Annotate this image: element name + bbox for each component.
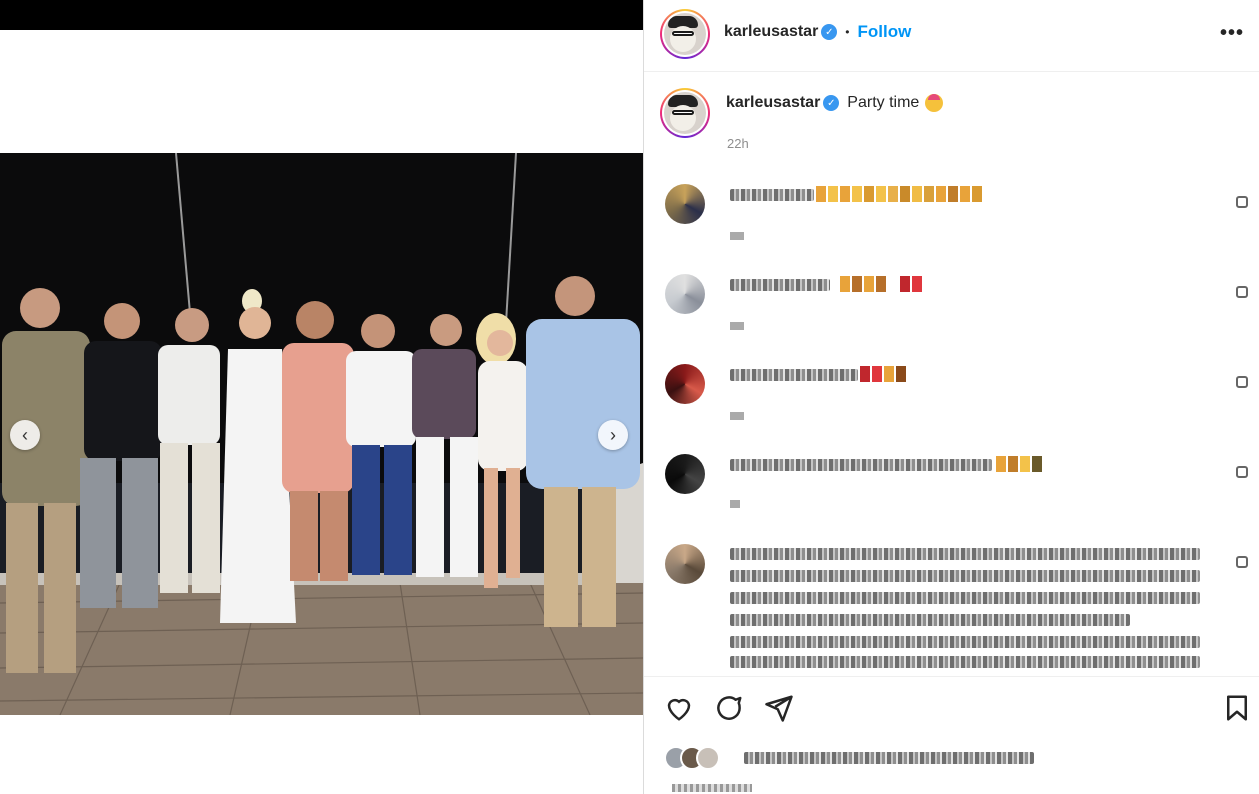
comment-like-icon[interactable] bbox=[1236, 286, 1248, 298]
post-timestamp[interactable]: 22h bbox=[727, 136, 749, 151]
commenter-avatar[interactable] bbox=[665, 454, 705, 494]
likers-avatars bbox=[664, 746, 728, 770]
commenter-avatar[interactable] bbox=[665, 274, 705, 314]
commenter-username-blurred bbox=[730, 189, 814, 201]
comment-text-blurred bbox=[730, 570, 1200, 582]
post-header: karleusastar ✓ • Follow ••• bbox=[644, 0, 1259, 72]
separator-dot: • bbox=[845, 25, 850, 39]
share-icon[interactable] bbox=[764, 693, 794, 723]
post-date-blurred bbox=[672, 784, 752, 792]
follow-button[interactable]: Follow bbox=[858, 22, 912, 42]
post-actions-bar bbox=[644, 676, 1259, 736]
media-top-bar bbox=[0, 0, 643, 30]
commenter-avatar[interactable] bbox=[665, 364, 705, 404]
commenter-avatar[interactable] bbox=[665, 184, 705, 224]
carousel-prev-button[interactable]: ‹ bbox=[10, 420, 40, 450]
more-options-icon[interactable]: ••• bbox=[1220, 22, 1244, 45]
chevron-left-icon: ‹ bbox=[22, 425, 28, 445]
comment-emojis-blurred bbox=[996, 456, 1042, 472]
carousel-next-button[interactable]: › bbox=[598, 420, 628, 450]
commenter-username-blurred bbox=[730, 369, 858, 381]
comment-emojis-blurred bbox=[840, 276, 922, 292]
post-media: ‹ › bbox=[0, 0, 643, 794]
comment-like-icon[interactable] bbox=[1236, 466, 1248, 478]
comment-text-blurred bbox=[730, 592, 1200, 604]
post-side-panel: karleusastar ✓ • Follow ••• karleusastar… bbox=[643, 0, 1259, 794]
comments-list bbox=[644, 172, 1259, 672]
comment-time-blurred bbox=[730, 500, 740, 508]
likes-text-blurred bbox=[744, 752, 1034, 764]
caption-author-avatar[interactable] bbox=[660, 88, 710, 138]
comment-emojis-blurred bbox=[816, 186, 982, 202]
comment-text-blurred bbox=[730, 636, 1200, 648]
verified-badge-icon: ✓ bbox=[823, 95, 840, 111]
author-avatar[interactable] bbox=[660, 9, 710, 59]
comment-like-icon[interactable] bbox=[1236, 556, 1248, 568]
comment-time-blurred bbox=[730, 412, 744, 420]
post-photo[interactable]: ‹ › bbox=[0, 153, 643, 715]
comment-text-blurred bbox=[730, 656, 1200, 668]
likes-summary[interactable] bbox=[644, 740, 1259, 780]
caption-text: Party time bbox=[847, 94, 920, 111]
verified-badge-icon: ✓ bbox=[821, 24, 838, 40]
comment-icon[interactable] bbox=[714, 693, 744, 723]
comment-text-blurred bbox=[730, 614, 1130, 626]
comment-emojis-blurred bbox=[860, 366, 906, 382]
heart-icon[interactable] bbox=[664, 693, 694, 723]
commenter-comment-blurred bbox=[730, 459, 992, 471]
comment-time-blurred bbox=[730, 232, 744, 240]
comment-like-icon[interactable] bbox=[1236, 376, 1248, 388]
chevron-right-icon: › bbox=[610, 425, 616, 445]
commenter-username-blurred bbox=[730, 279, 830, 291]
comment-like-icon[interactable] bbox=[1236, 196, 1248, 208]
party-face-emoji-icon bbox=[925, 94, 944, 112]
post-caption: karleusastar ✓ Party time 22h bbox=[644, 86, 1259, 166]
comment-text-blurred bbox=[730, 548, 1200, 560]
commenter-avatar[interactable] bbox=[665, 544, 705, 584]
bookmark-icon[interactable] bbox=[1222, 693, 1252, 723]
caption-username[interactable]: karleusastar bbox=[726, 94, 820, 112]
comment-time-blurred bbox=[730, 322, 744, 330]
author-username[interactable]: karleusastar bbox=[724, 23, 818, 41]
